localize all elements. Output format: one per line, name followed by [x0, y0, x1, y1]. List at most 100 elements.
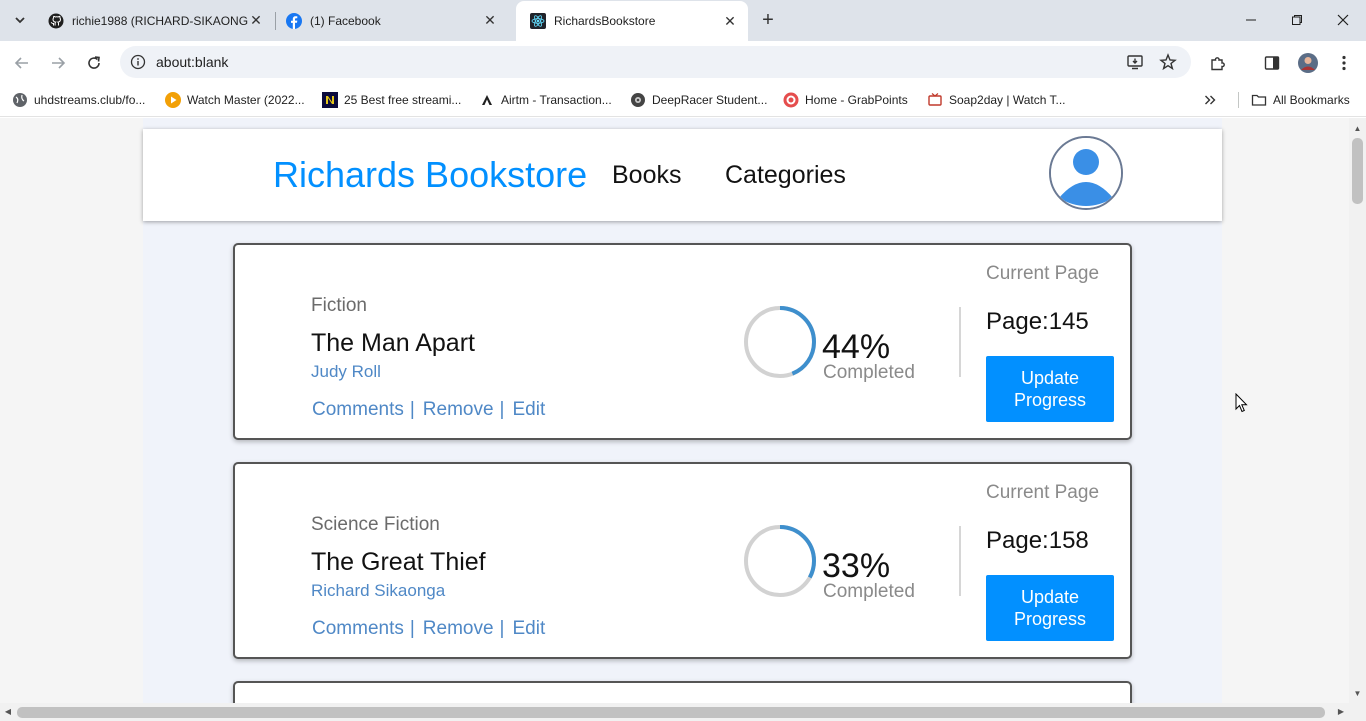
- scroll-up-arrow-icon[interactable]: ▲: [1353, 124, 1362, 133]
- book-author: Richard Sikaonga: [311, 581, 446, 600]
- action-separator: |: [409, 618, 415, 639]
- mouse-cursor-icon: [1235, 393, 1248, 413]
- user-avatar-icon[interactable]: [1049, 136, 1123, 210]
- soap2day-icon: [927, 92, 943, 108]
- github-icon: [48, 13, 64, 29]
- book-author: Judy Roll: [311, 362, 381, 381]
- remove-button[interactable]: Remove: [423, 399, 494, 421]
- install-app-icon[interactable]: [1125, 52, 1145, 72]
- book-card: Science Fiction The Great Thief Richard …: [233, 462, 1132, 659]
- progress-ring: [744, 306, 816, 378]
- horizontal-scrollbar[interactable]: ◀ ▶: [0, 703, 1366, 721]
- comments-button[interactable]: Comments: [312, 618, 404, 640]
- tab-github[interactable]: richie1988 (RICHARD-SIKAONGA) ✕: [34, 0, 274, 41]
- remove-button[interactable]: Remove: [423, 618, 494, 640]
- bookmarks-divider: [1238, 92, 1239, 108]
- back-arrow-icon[interactable]: [10, 51, 34, 75]
- tab-title: RichardsBookstore: [554, 14, 656, 28]
- play-icon: [165, 92, 181, 108]
- reload-icon[interactable]: [82, 51, 106, 75]
- forward-arrow-icon[interactable]: [46, 51, 70, 75]
- action-separator: |: [499, 399, 505, 420]
- bookmark-label: Watch Master (2022...: [187, 93, 305, 107]
- bookmarks-overflow-icon[interactable]: [1204, 91, 1216, 109]
- vertical-divider: [959, 307, 961, 377]
- site-info-icon[interactable]: [128, 52, 148, 72]
- scroll-left-arrow-icon[interactable]: ◀: [3, 707, 13, 717]
- progress-ring: [744, 525, 816, 597]
- book-genre: Fiction: [311, 295, 367, 316]
- edit-button[interactable]: Edit: [512, 399, 545, 421]
- edit-button[interactable]: Edit: [512, 618, 545, 640]
- bookmark-item[interactable]: 25 Best free streami...: [322, 91, 461, 109]
- scroll-right-arrow-icon[interactable]: ▶: [1336, 707, 1346, 717]
- bookmark-star-icon[interactable]: [1158, 52, 1178, 72]
- bookmarks-bar: uhdstreams.club/fo... Watch Master (2022…: [0, 84, 1366, 117]
- tab-strip: richie1988 (RICHARD-SIKAONGA) ✕ (1) Face…: [0, 0, 1366, 41]
- bookmark-label: uhdstreams.club/fo...: [34, 93, 146, 107]
- update-progress-button[interactable]: Update Progress: [986, 356, 1114, 422]
- n-logo-icon: [322, 92, 338, 108]
- brand-title[interactable]: Richards Bookstore: [273, 154, 587, 196]
- bookmark-item[interactable]: Home - GrabPoints: [783, 91, 908, 109]
- bookmark-label: DeepRacer Student...: [652, 93, 768, 107]
- bookmark-label: Airtm - Transaction...: [501, 93, 612, 107]
- current-page-label: Current Page: [986, 482, 1100, 503]
- nav-categories[interactable]: Categories: [725, 161, 846, 190]
- bookmark-item[interactable]: Watch Master (2022...: [165, 91, 305, 109]
- grabpoints-icon: [783, 92, 799, 108]
- book-title: The Great Thief: [311, 548, 486, 576]
- deepracer-icon: [630, 92, 646, 108]
- comments-button[interactable]: Comments: [312, 399, 404, 421]
- book-card: [233, 681, 1132, 703]
- bookmark-label: 25 Best free streami...: [344, 93, 462, 107]
- bookmark-item[interactable]: DeepRacer Student...: [630, 91, 767, 109]
- tab-richardsbookstore[interactable]: RichardsBookstore ✕: [516, 1, 748, 41]
- tab-title: richie1988 (RICHARD-SIKAONGA): [72, 13, 248, 28]
- address-input[interactable]: [156, 52, 1056, 72]
- action-separator: |: [499, 618, 505, 639]
- horizontal-scroll-thumb[interactable]: [17, 707, 1325, 718]
- close-tab-icon[interactable]: ✕: [722, 13, 738, 29]
- window-close-icon[interactable]: [1320, 0, 1366, 40]
- book-card: Fiction The Man Apart Judy Roll Comments…: [233, 243, 1132, 440]
- book-actions: Comments | Remove | Edit: [312, 618, 545, 640]
- bookmark-item[interactable]: Soap2day | Watch T...: [927, 91, 1066, 109]
- address-bar[interactable]: [120, 46, 1191, 78]
- scroll-down-arrow-icon[interactable]: ▼: [1353, 689, 1362, 698]
- tab-facebook[interactable]: (1) Facebook ✕: [272, 0, 508, 41]
- page-viewport: Richards Bookstore Books Categories Fict…: [0, 118, 1349, 703]
- tab-search-chevron-icon[interactable]: [8, 8, 32, 32]
- site-header: Richards Bookstore Books Categories: [143, 129, 1222, 221]
- new-tab-plus-icon[interactable]: +: [756, 8, 780, 32]
- bookmark-label: Soap2day | Watch T...: [949, 93, 1066, 107]
- current-page-value: Page:145: [986, 308, 1089, 335]
- update-progress-button[interactable]: Update Progress: [986, 575, 1114, 641]
- bookmark-item[interactable]: Airtm - Transaction...: [479, 91, 612, 109]
- vertical-scrollbar[interactable]: ▲ ▼: [1349, 118, 1366, 703]
- all-bookmarks-label: All Bookmarks: [1273, 93, 1350, 107]
- vertical-scroll-thumb[interactable]: [1352, 138, 1363, 204]
- action-separator: |: [409, 399, 415, 420]
- completed-label: Completed: [823, 362, 915, 383]
- minimize-icon[interactable]: [1228, 0, 1274, 40]
- vertical-divider: [959, 526, 961, 596]
- close-tab-icon[interactable]: ✕: [482, 12, 498, 29]
- side-panel-icon[interactable]: [1261, 52, 1283, 74]
- book-title: The Man Apart: [311, 329, 475, 357]
- all-bookmarks-button[interactable]: All Bookmarks: [1251, 91, 1350, 109]
- completed-label: Completed: [823, 581, 915, 602]
- book-actions: Comments | Remove | Edit: [312, 399, 545, 421]
- restore-icon[interactable]: [1274, 0, 1320, 40]
- bookmark-item[interactable]: uhdstreams.club/fo...: [12, 91, 145, 109]
- browser-toolbar: [0, 41, 1366, 84]
- chrome-menu-icon[interactable]: [1333, 52, 1355, 74]
- profile-avatar-icon[interactable]: [1297, 52, 1319, 74]
- nav-books[interactable]: Books: [612, 161, 681, 190]
- tab-title: (1) Facebook: [310, 13, 381, 28]
- book-genre: Science Fiction: [311, 514, 440, 535]
- current-page-value: Page:158: [986, 527, 1089, 554]
- close-tab-icon[interactable]: ✕: [248, 12, 264, 29]
- facebook-icon: [286, 12, 302, 29]
- extensions-puzzle-icon[interactable]: [1207, 52, 1229, 74]
